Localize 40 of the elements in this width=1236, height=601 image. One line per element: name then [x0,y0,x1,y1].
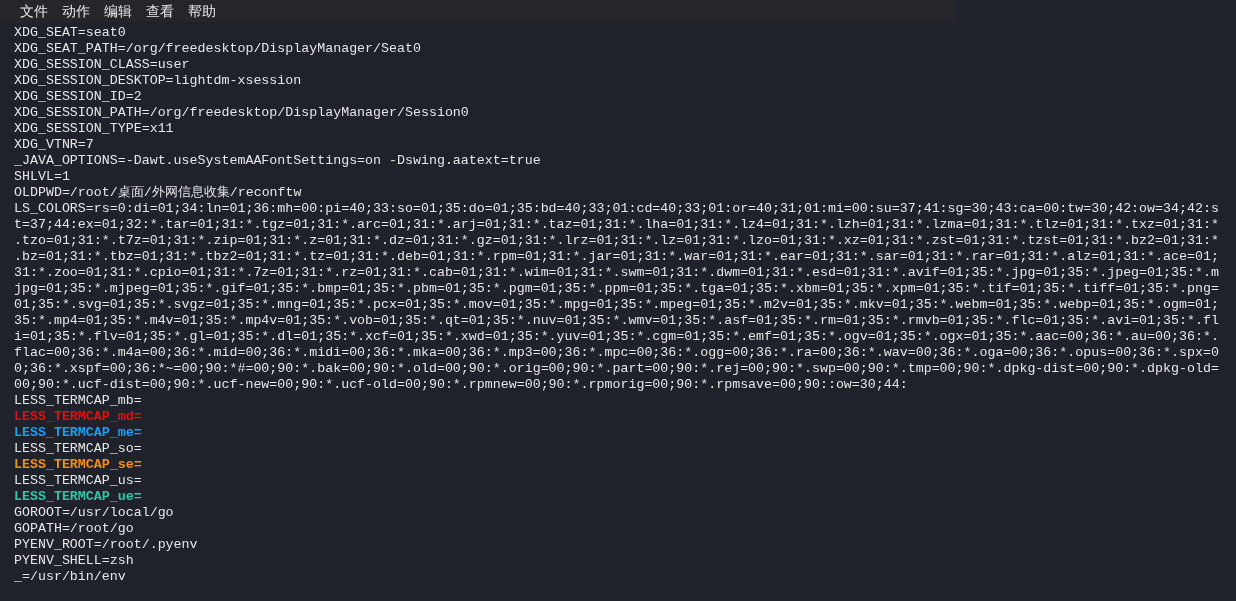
terminal-line: jpg=01;35:*.mjpeg=01;35:*.gif=01;35:*.bmp=01;35:*.pbm=01;35:*.pgm=01;35:*.ppm=01;35:*.tga=01;35:*.xbm=01;35:*.xpm=01;35:*.tif=01;35:*.tiff=01;35:*.png= [14,281,1219,297]
terminal-line: 35:*.mp4=01;35:*.m4v=01;35:*.mp4v=01;35:*.vob=01;35:*.qt=01;35:*.nuv=01;35:*.wmv=01;35:*.asf=01;35:*.rm=01;35:*.rmvb=01;35:*.flc=01;35:*.avi=01;35:*.fl [14,313,1219,329]
terminal-line: OLDPWD=/root/桌面/外网信息收集/reconftw [14,185,302,201]
terminal-line: LESS_TERMCAP_us= [14,473,142,489]
terminal-line: LESS_TERMCAP_ue= [14,489,142,505]
terminal-line: .bz=01;31:*.tbz=01;31:*.tbz2=01;31:*.tz=01;31:*.deb=01;31:*.rpm=01;31:*.jar=01;31:*.war=01;31:*.ear=01;31:*.sar=01;31:*.rar=01;31:*.alz=01;31:*.ace=01; [14,249,1219,265]
terminal-line: i=01;35:*.flv=01;35:*.gl=01;35:*.dl=01;35:*.xcf=01;35:*.xwd=01;35:*.yuv=01;35:*.cgm=01;35:*.emf=01;35:*.ogv=01;35:*.ogx=01;35:*.aac=00;36:*.au=00;36:*. [14,329,1219,345]
terminal-line: PYENV_SHELL=zsh [14,553,134,569]
terminal-line: SHLVL=1 [14,169,70,185]
terminal-line: 31:*.zoo=01;31:*.cpio=01;31:*.7z=01;31:*.rz=01;31:*.cab=01;31:*.wim=01;31:*.swm=01;31:*.dwm=01;31:*.esd=01;31:*.avif=01;35:*.jpg=01;35:*.jpeg=01;35:*.m [14,265,1219,281]
terminal-line: XDG_SEAT=seat0 [14,25,126,41]
terminal-line: LESS_TERMCAP_me= [14,425,142,441]
terminal-line: LESS_TERMCAP_mb= [14,393,142,409]
terminal-line: XDG_VTNR=7 [14,137,94,153]
terminal-line: XDG_SESSION_TYPE=x11 [14,121,174,137]
terminal-line: _JAVA_OPTIONS=-Dawt.useSystemAAFontSettings=on -Dswing.aatext=true [14,153,541,169]
terminal-line: .tzo=01;31:*.t7z=01;31:*.zip=01;31:*.z=01;31:*.dz=01;31:*.gz=01;31:*.lrz=01;31:*.lz=01;31:*.lzo=01;31:*.xz=01;31:*.zst=01;31:*.tzst=01;31:*.bz2=01;31:* [14,233,1219,249]
terminal-line: LESS_TERMCAP_md= [14,409,142,425]
terminal-line: GOROOT=/usr/local/go [14,505,174,521]
terminal-line: GOPATH=/root/go [14,521,134,537]
terminal-line: XDG_SESSION_DESKTOP=lightdm-xsession [14,73,302,89]
terminal-line: XDG_SESSION_CLASS=user [14,57,190,73]
terminal-line: 00;90:*.ucf-dist=00;90:*.ucf-new=00;90:*.ucf-old=00;90:*.rpmnew=00;90:*.rpmorig=00;90:*.rpmsave=00;90::ow=30;44: [14,377,908,393]
terminal-line: 0;36:*.xspf=00;36:*~=00;90:*#=00;90:*.bak=00;90:*.old=00;90:*.orig=00;90:*.part=00;90:*.rej=00;90:*.swp=00;90:*.tmp=00;90:*.dpkg-dist=00;90:*.dpkg-old= [14,361,1219,377]
terminal-line: LESS_TERMCAP_so= [14,441,142,457]
menu-item[interactable]: 编辑 [98,0,140,22]
terminal-line: XDG_SESSION_PATH=/org/freedesktop/DisplayManager/Session0 [14,105,469,121]
terminal-line: XDG_SEAT_PATH=/org/freedesktop/DisplayManager/Seat0 [14,41,421,57]
terminal-line: LS_COLORS=rs=0:di=01;34:ln=01;36:mh=00:pi=40;33:so=01;35:do=01;35:bd=40;33;01:cd=40;33;01:or=40;31;01:mi=00:su=37;41:sg=30;43:ca=00:tw=30;42:ow=34;42:s [14,201,1219,217]
terminal-line: XDG_SESSION_ID=2 [14,89,142,105]
menu-item[interactable]: 查看 [140,0,182,22]
terminal-line: flac=00;36:*.m4a=00;36:*.mid=00;36:*.midi=00;36:*.mka=00;36:*.mp3=00;36:*.mpc=00;36:*.ogg=00;36:*.ra=00;36:*.wav=00;36:*.oga=00;36:*.opus=00;36:*.spx=0 [14,345,1219,361]
menu-item[interactable]: 动作 [56,0,98,22]
menu-item[interactable]: 帮助 [182,0,224,22]
terminal-line: PYENV_ROOT=/root/.pyenv [14,537,198,553]
terminal-line: LESS_TERMCAP_se= [14,457,142,473]
terminal-line: _=/usr/bin/env [14,569,126,585]
menu-item[interactable]: 文件 [14,0,56,22]
terminal-line: t=37;44:ex=01;32:*.tar=01;31:*.tgz=01;31:*.arc=01;31:*.arj=01;31:*.taz=01;31:*.lha=01;31:*.lz4=01;31:*.lzh=01;31:*.lzma=01;31:*.tlz=01;31:*.txz=01;31:* [14,217,1219,233]
terminal-line: 01;35:*.svg=01;35:*.svgz=01;35:*.mng=01;35:*.pcx=01;35:*.mov=01;35:*.mpg=01;35:*.mpeg=01;35:*.m2v=01;35:*.mkv=01;35:*.webm=01;35:*.webp=01;35:*.ogm=01; [14,297,1219,313]
